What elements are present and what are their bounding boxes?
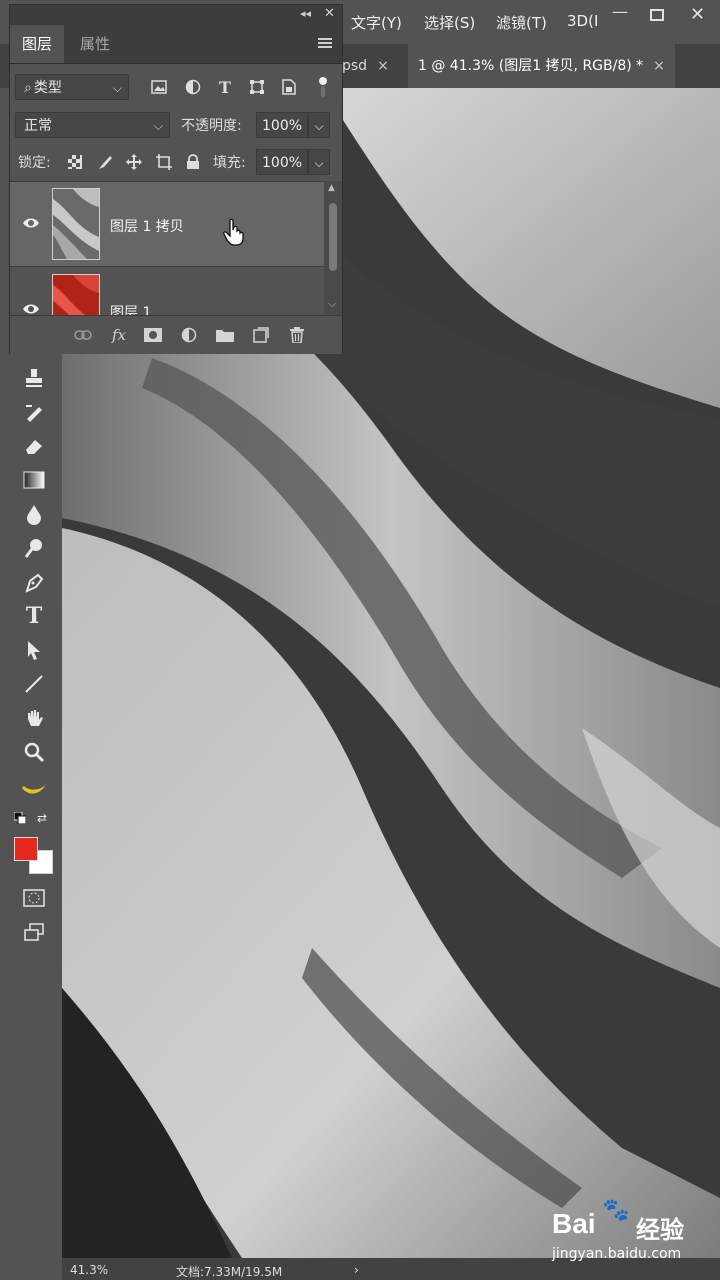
dodge-icon[interactable] xyxy=(20,534,48,562)
collapse-panel-icon[interactable]: ◂◂ xyxy=(300,7,311,20)
type-filter-icon[interactable]: T xyxy=(214,76,236,98)
shape-filter-icon[interactable] xyxy=(246,76,268,98)
opacity-chevron-icon[interactable]: ⌵ xyxy=(308,112,330,138)
watermark-brand-2: 经验 xyxy=(636,1216,684,1244)
layer-row-selected[interactable]: 图层 1 拷贝 xyxy=(10,182,324,267)
lock-brush-icon[interactable] xyxy=(94,151,116,173)
fill-label: 填充: xyxy=(213,155,246,171)
fill-chevron-icon[interactable]: ⌵ xyxy=(308,149,330,175)
baidu-jingyan-watermark: Bai 🐾 经验 jingyan.baidu.com xyxy=(552,1196,712,1266)
link-icon[interactable] xyxy=(72,324,94,346)
foreground-color-swatch[interactable] xyxy=(14,837,38,861)
doc-tab-label: 1 @ 41.3% (图层1 拷贝, RGB/8) * xyxy=(418,58,644,74)
close-icon[interactable]: × xyxy=(377,58,389,74)
zoom-icon[interactable] xyxy=(20,738,48,766)
scroll-down-icon[interactable]: ⌵ xyxy=(328,297,336,311)
fx-icon[interactable]: fx xyxy=(108,324,130,346)
document-info: 文档:7.33M/19.5M xyxy=(176,1265,283,1279)
smart-object-filter-icon[interactable] xyxy=(278,76,300,98)
status-arrow-icon[interactable]: › xyxy=(354,1263,359,1277)
tools-panel: T ⇄ xyxy=(0,356,62,1266)
lock-transparent-icon[interactable] xyxy=(64,151,86,173)
tab-layers[interactable]: 图层 xyxy=(10,25,65,63)
menu-filter[interactable]: 滤镜(T) xyxy=(496,12,547,33)
default-colors-icon[interactable] xyxy=(13,811,27,825)
filter-dropdown-value: 类型 xyxy=(33,80,62,96)
layer-filter-dropdown[interactable]: ⌕ 类型 ⌵ xyxy=(15,74,129,100)
quick-mask-icon[interactable] xyxy=(20,884,48,912)
path-selection-icon[interactable] xyxy=(20,636,48,664)
banana-icon[interactable] xyxy=(20,774,48,802)
pen-icon[interactable] xyxy=(20,568,48,596)
mask-icon[interactable] xyxy=(142,324,164,346)
tab-properties[interactable]: 属性 xyxy=(68,25,122,63)
lock-position-icon[interactable] xyxy=(123,151,145,173)
zoom-level[interactable]: 41.3% xyxy=(70,1263,108,1277)
clone-stamp-icon[interactable] xyxy=(20,364,48,392)
visibility-eye-icon[interactable] xyxy=(22,302,40,316)
menu-select[interactable]: 选择(S) xyxy=(424,12,475,33)
scroll-up-icon[interactable]: ▲ xyxy=(328,183,335,193)
hand-cursor-icon xyxy=(222,218,246,250)
lock-artboard-icon[interactable] xyxy=(153,151,175,173)
chevron-down-icon: ⌵ xyxy=(112,81,122,95)
image-filter-icon[interactable] xyxy=(148,76,170,98)
lock-label: 锁定: xyxy=(18,155,51,171)
panel-header-bar: ◂◂ ✕ xyxy=(10,5,342,25)
layers-list: 图层 1 拷贝 图层 1 xyxy=(10,181,324,316)
chevron-down-icon: ⌵ xyxy=(153,119,163,133)
layers-panel: ◂◂ ✕ 图层 属性 ⌕ 类型 ⌵ T 正常 ⌵ 不透明度: 100% ⌵ 锁定: xyxy=(9,4,343,354)
layer-thumbnail xyxy=(52,188,100,260)
line-icon[interactable] xyxy=(20,670,48,698)
menu-3d[interactable]: 3D(I xyxy=(567,12,598,30)
blend-mode-value: 正常 xyxy=(24,118,52,134)
gradient-icon[interactable] xyxy=(20,466,48,494)
fill-input[interactable]: 100% xyxy=(256,149,308,175)
filter-toggle-icon[interactable] xyxy=(312,76,334,98)
search-icon: ⌕ xyxy=(24,80,32,96)
paw-icon: 🐾 xyxy=(602,1198,630,1223)
type-icon[interactable]: T xyxy=(20,602,48,630)
adjustment-filter-icon[interactable] xyxy=(182,76,204,98)
history-brush-icon[interactable] xyxy=(20,398,48,426)
watermark-url: jingyan.baidu.com xyxy=(552,1246,682,1262)
hand-icon[interactable] xyxy=(20,704,48,732)
menu-type[interactable]: 文字(Y) xyxy=(351,12,402,33)
panel-tabs: 图层 属性 xyxy=(10,25,342,64)
adjustment-icon[interactable] xyxy=(178,324,200,346)
close-icon[interactable]: × xyxy=(653,58,665,74)
blend-mode-dropdown[interactable]: 正常 ⌵ xyxy=(15,112,170,138)
screen-mode-icon[interactable] xyxy=(20,918,48,946)
minimize-icon[interactable]: — xyxy=(612,2,628,21)
lock-all-icon[interactable] xyxy=(182,151,204,173)
blur-icon[interactable] xyxy=(20,500,48,528)
doc-tab-label: psd xyxy=(342,58,368,74)
doc-tab-active[interactable]: 1 @ 41.3% (图层1 拷贝, RGB/8) * × xyxy=(408,44,675,88)
new-layer-icon[interactable] xyxy=(250,324,272,346)
layers-panel-footer: fx xyxy=(10,315,342,354)
panel-menu-icon[interactable] xyxy=(318,37,332,53)
opacity-label: 不透明度: xyxy=(181,118,242,134)
watermark-brand: Bai xyxy=(552,1208,596,1239)
layer-name[interactable]: 图层 1 拷贝 xyxy=(110,216,184,236)
folder-icon[interactable] xyxy=(214,324,236,346)
eraser-icon[interactable] xyxy=(20,432,48,460)
maximize-icon[interactable] xyxy=(650,6,664,25)
close-window-icon[interactable]: ✕ xyxy=(690,4,705,25)
layer-name[interactable]: 图层 1 xyxy=(110,302,151,316)
layers-scrollbar[interactable]: ▲ ⌵ xyxy=(324,181,342,315)
close-panel-icon[interactable]: ✕ xyxy=(324,6,335,21)
opacity-input[interactable]: 100% xyxy=(256,112,308,138)
scroll-thumb[interactable] xyxy=(329,203,337,271)
swap-colors-icon[interactable]: ⇄ xyxy=(37,811,47,825)
trash-icon[interactable] xyxy=(286,324,308,346)
layer-row[interactable]: 图层 1 xyxy=(10,268,324,316)
visibility-eye-icon[interactable] xyxy=(22,216,40,230)
layer-thumbnail xyxy=(52,274,100,316)
